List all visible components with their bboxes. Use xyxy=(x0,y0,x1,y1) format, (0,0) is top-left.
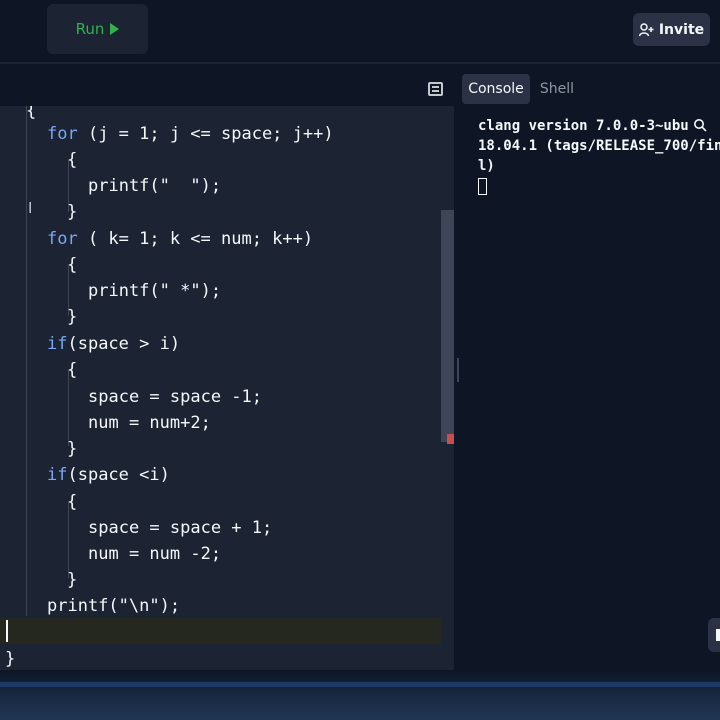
current-line-highlight xyxy=(0,618,454,644)
ibeam-cursor-icon: I xyxy=(28,199,33,217)
code-text: (space > i) xyxy=(67,334,181,354)
code-line: { xyxy=(67,360,78,380)
invite-button[interactable]: Invite xyxy=(633,13,710,46)
console-cursor xyxy=(478,178,487,195)
code-line: } xyxy=(5,649,16,669)
keyword-if: if xyxy=(47,465,68,485)
code-line: space = space + 1; xyxy=(88,518,273,538)
error-marker xyxy=(447,434,454,444)
invite-label: Invite xyxy=(658,21,705,38)
code-line: num = num+2; xyxy=(88,413,211,433)
console-output-line: l) xyxy=(478,158,495,174)
keyword-if: if xyxy=(47,334,68,354)
console-side-button[interactable] xyxy=(708,618,720,652)
text-caret xyxy=(6,620,8,642)
run-button[interactable]: Run xyxy=(47,4,148,54)
code-line: { xyxy=(67,492,78,512)
run-label: Run xyxy=(75,20,105,38)
editor-scrollbar-thumb[interactable] xyxy=(441,210,454,442)
code-line: for ( k= 1; k <= num; k++) xyxy=(47,226,313,252)
add-user-icon xyxy=(638,22,654,36)
code-line: for (j = 1; j <= space; j++) xyxy=(47,121,334,147)
code-line: if(space > i) xyxy=(47,331,180,357)
code-line: } xyxy=(67,439,78,459)
code-line: num = num -2; xyxy=(88,544,222,564)
tab-shell[interactable]: Shell xyxy=(534,74,580,104)
code-text: (j = 1; j <= space; j++) xyxy=(77,124,334,144)
code-line: } xyxy=(67,202,78,222)
code-line: if(space <i) xyxy=(47,462,170,488)
code-line: space = space -1; xyxy=(88,387,262,407)
editor-header xyxy=(0,64,454,106)
code-text: (space <i) xyxy=(67,465,170,485)
code-line: printf("\n"); xyxy=(47,596,181,616)
tab-console[interactable]: Console xyxy=(462,74,530,104)
console-output-line: 18.04.1 (tags/RELEASE_700/fin xyxy=(478,138,720,154)
code-line: { xyxy=(67,150,78,170)
code-line: printf(" *"); xyxy=(88,281,222,301)
editor-options-icon[interactable] xyxy=(428,82,443,96)
splitter-handle[interactable] xyxy=(457,358,459,382)
code-line: { xyxy=(67,255,78,275)
code-line: printf(" "); xyxy=(88,176,222,196)
bottom-strip xyxy=(0,670,720,720)
code-line: } xyxy=(67,570,78,590)
play-icon xyxy=(110,23,120,35)
keyword-for: for xyxy=(47,124,78,144)
code-text: ( k= 1; k <= num; k++) xyxy=(77,229,314,249)
indent-guide xyxy=(26,106,27,616)
code-editor[interactable]: { for (j = 1; j <= space; j++) { printf(… xyxy=(0,106,454,670)
keyword-for: for xyxy=(47,229,78,249)
console-output-line: clang version 7.0.0-3~ubu xyxy=(478,118,689,134)
code-line: { xyxy=(26,106,37,121)
code-line: } xyxy=(67,307,78,327)
search-icon[interactable] xyxy=(693,118,707,132)
